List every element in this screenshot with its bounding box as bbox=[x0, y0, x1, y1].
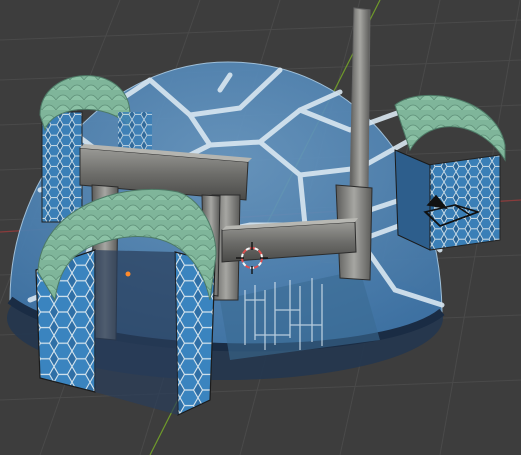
tunnel-back-right[interactable] bbox=[394, 94, 506, 251]
object-origin-icon bbox=[125, 271, 131, 277]
tunnel-front[interactable] bbox=[35, 188, 217, 416]
3d-viewport[interactable] bbox=[0, 0, 521, 455]
